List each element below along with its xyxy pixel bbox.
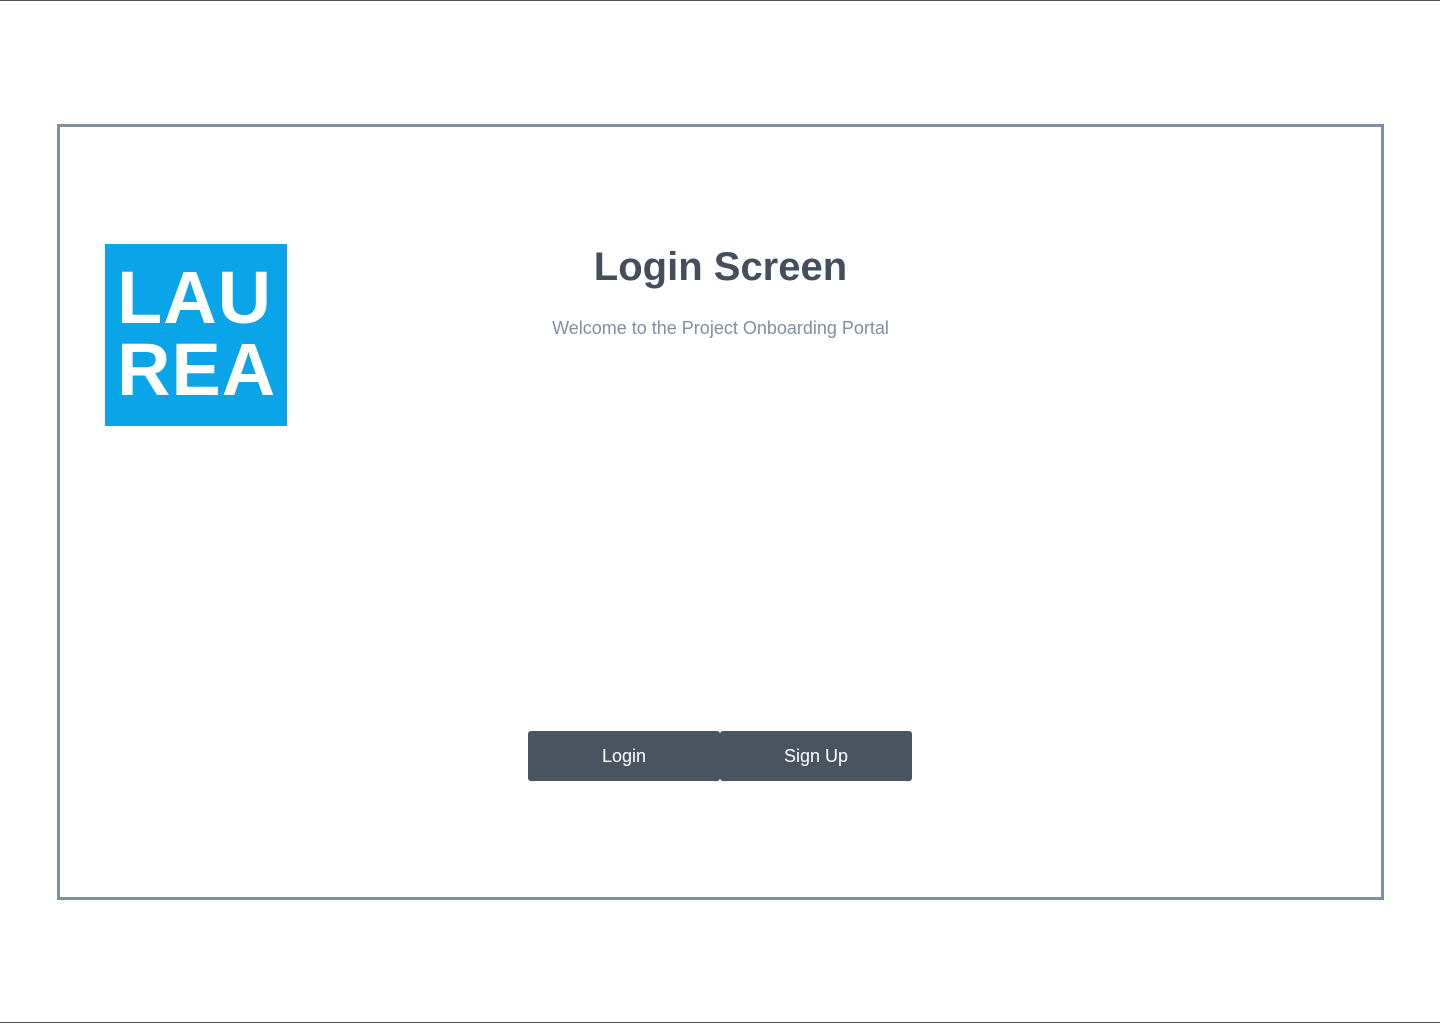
sign-up-button[interactable]: Sign Up (720, 731, 912, 781)
page: LAU REA Login Screen Welcome to the Proj… (0, 0, 1440, 1024)
login-card: LAU REA Login Screen Welcome to the Proj… (57, 124, 1384, 900)
logo-line-2: REA (117, 328, 277, 411)
page-title: Login Screen (593, 245, 848, 289)
login-button[interactable]: Login (528, 731, 720, 781)
page-subtitle: Welcome to the Project Onboarding Portal (552, 318, 889, 338)
bottom-divider (0, 1022, 1440, 1023)
top-divider (0, 0, 1440, 1)
